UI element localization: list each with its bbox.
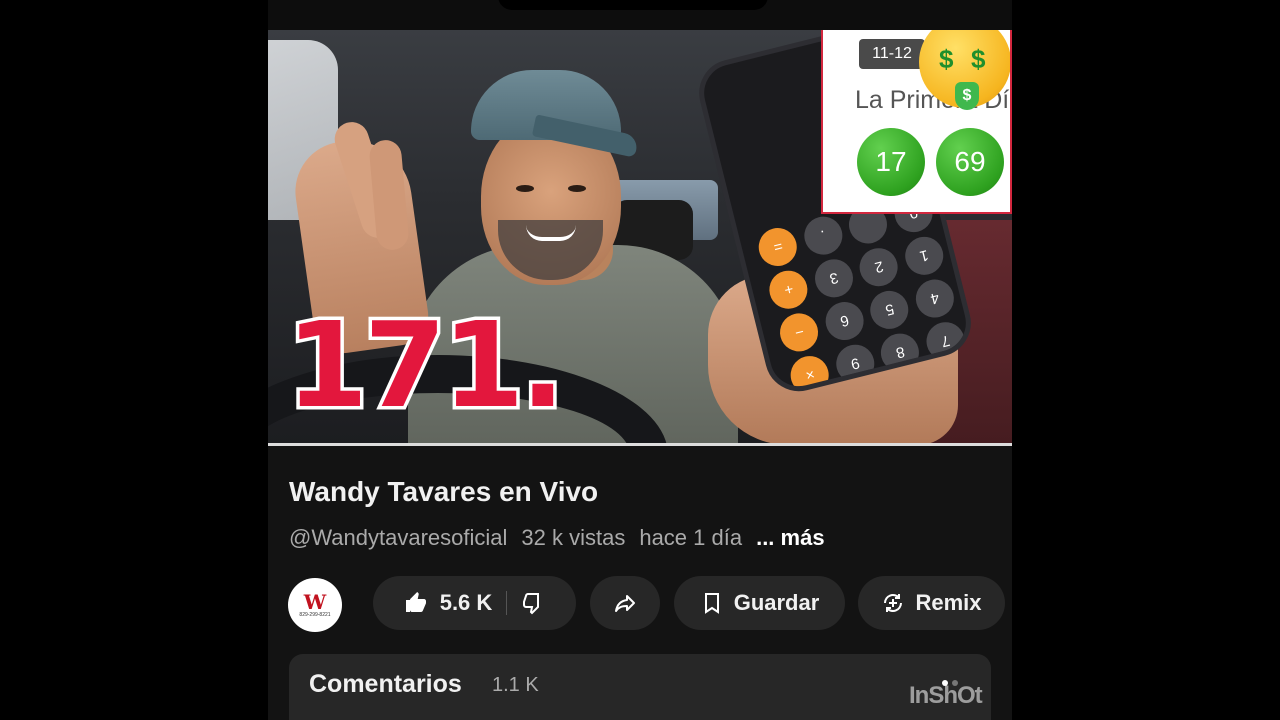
- share-button[interactable]: [590, 576, 660, 630]
- video-title[interactable]: Wandy Tavares en Vivo: [289, 476, 598, 508]
- like-divider: [506, 591, 508, 615]
- shorts-screen: 171 AC+/-%÷789×456−123+0.= 171. 11-12 La…: [268, 0, 1012, 720]
- channel-avatar[interactable]: W 829-299-8221: [288, 578, 342, 632]
- channel-handle[interactable]: @Wandytavaresoficial: [289, 525, 507, 551]
- share-arrow-icon: [615, 595, 635, 612]
- calculator-key: 1: [901, 232, 948, 279]
- calculator-key: 6: [821, 297, 868, 345]
- calculator-key: =: [755, 223, 802, 270]
- action-bar: W 829-299-8221 5.6 K Guardar Remix: [288, 576, 1008, 632]
- calculator-key: 4: [911, 275, 958, 322]
- comments-section[interactable]: Comentarios 1.1 K InShOt: [289, 654, 991, 720]
- calculator-key: +: [765, 266, 812, 313]
- like-count: 5.6 K: [439, 590, 493, 615]
- comments-title: Comentarios: [309, 670, 462, 698]
- upload-age: hace 1 día: [639, 525, 743, 550]
- dislike-button[interactable]: [521, 591, 545, 615]
- lottery-date-badge: 11-12: [859, 39, 925, 69]
- calculator-key: .: [800, 212, 847, 259]
- like-button[interactable]: 5.6 K: [404, 590, 493, 616]
- lottery-ball: 17: [857, 128, 925, 196]
- overlay-number: 171.: [282, 296, 568, 434]
- inshot-watermark: InShOt: [909, 682, 983, 709]
- thumbs-down-icon: [523, 593, 540, 615]
- person-eye: [516, 185, 534, 192]
- save-label: Guardar: [733, 590, 820, 615]
- lottery-result-card: 11-12 La Primera Día 17 69 $ $ $: [821, 30, 1012, 214]
- view-count: 32 k vistas: [521, 525, 626, 550]
- person-eye: [568, 185, 586, 192]
- avatar-logo-letter: W: [303, 590, 327, 614]
- video-meta: @Wandytavaresoficial 32 k vistas hace 1 …: [289, 525, 825, 551]
- avatar-logo-text: 829-299-8221: [299, 612, 331, 618]
- device-notch: [498, 0, 768, 10]
- remix-button[interactable]: Remix: [858, 576, 1005, 630]
- video-info-panel: Wandy Tavares en Vivo @Wandytavaresofici…: [268, 446, 1012, 720]
- bookmark-icon: [704, 593, 719, 614]
- remix-icon: [884, 594, 903, 612]
- lottery-ball: 69: [936, 128, 1004, 196]
- comments-count: 1.1 K: [492, 674, 539, 696]
- thumbs-up-icon: [405, 592, 426, 612]
- like-dislike-control: 5.6 K: [373, 576, 576, 630]
- calculator-key: 3: [810, 255, 858, 302]
- save-button[interactable]: Guardar: [674, 576, 845, 630]
- calculator-key: 2: [856, 244, 903, 291]
- more-link[interactable]: ... más: [756, 525, 824, 551]
- calculator-key: −: [776, 309, 823, 356]
- remix-label: Remix: [915, 590, 982, 615]
- calculator-key: 5: [866, 286, 913, 333]
- video-player[interactable]: 171 AC+/-%÷789×456−123+0.= 171. 11-12 La…: [268, 30, 1012, 446]
